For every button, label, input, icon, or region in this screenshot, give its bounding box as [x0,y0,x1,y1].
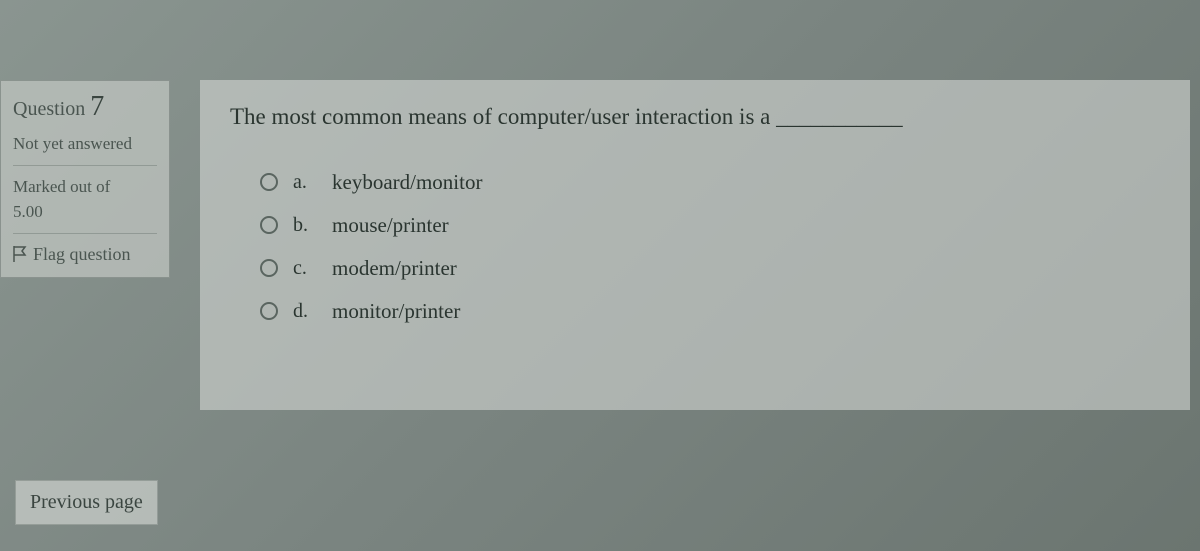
marked-out-of-label: Marked out of [13,174,157,200]
option-text: modem/printer [332,256,457,281]
question-content: The most common means of computer/user i… [200,80,1190,410]
option-text: mouse/printer [332,213,449,238]
question-text: The most common means of computer/user i… [230,100,1160,135]
answer-status: Not yet answered [13,131,157,157]
option-letter: b. [293,214,317,237]
option-c[interactable]: c. modem/printer [260,256,1160,281]
option-a[interactable]: a. keyboard/monitor [260,170,1160,195]
option-letter: a. [293,171,317,194]
option-text: monitor/printer [332,299,460,324]
option-letter: c. [293,257,317,280]
flag-question-button[interactable]: Flag question [13,242,157,267]
question-sidebar: Question 7 Not yet answered Marked out o… [0,80,170,410]
question-info-box: Question 7 Not yet answered Marked out o… [0,80,170,278]
question-header: Question 7 [13,91,157,123]
marked-out-of-value: 5.00 [13,199,157,225]
radio-icon [260,173,278,191]
option-d[interactable]: d. monitor/printer [260,299,1160,324]
option-b[interactable]: b. mouse/printer [260,213,1160,238]
options-list: a. keyboard/monitor b. mouse/printer c. … [230,170,1160,324]
question-number: 7 [90,91,104,122]
previous-page-button[interactable]: Previous page [15,480,158,525]
question-label: Question [13,98,85,120]
flag-label: Flag question [33,242,131,267]
option-letter: d. [293,300,317,323]
divider [13,233,157,234]
radio-icon [260,216,278,234]
radio-icon [260,302,278,320]
option-text: keyboard/monitor [332,170,482,195]
divider [13,165,157,166]
flag-icon [13,245,27,263]
radio-icon [260,259,278,277]
